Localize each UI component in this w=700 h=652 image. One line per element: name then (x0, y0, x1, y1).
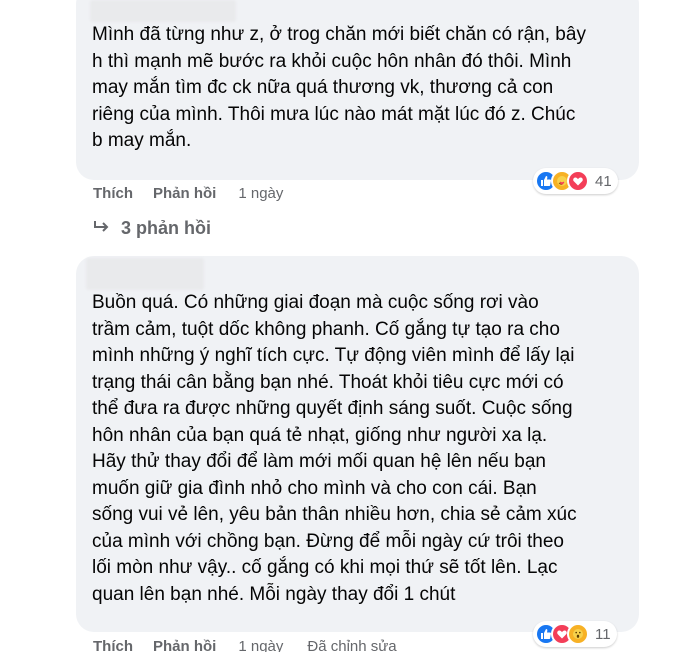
love-icon (567, 170, 589, 192)
like-button[interactable]: Thích (93, 185, 133, 202)
timestamp[interactable]: 1 ngày (238, 185, 283, 202)
replies-count-label: 3 phản hồi (121, 218, 211, 238)
blurred-author-name (90, 0, 236, 22)
reaction-summary[interactable]: 11 (533, 621, 617, 647)
comment-thread: Mình đã từng như z, ở trog chăn mới biết… (0, 0, 700, 652)
blurred-author-name (86, 258, 204, 290)
view-replies-link[interactable]: 3 phản hồi (93, 218, 211, 239)
comment-bubble: Buồn quá. Có những giai đoạn mà cuộc sốn… (76, 256, 639, 632)
edited-label: Đã chỉnh sửa (307, 637, 397, 652)
comment-actions: Thích Phản hồi 1 ngày Đã chỉnh sửa (93, 636, 397, 652)
reply-button[interactable]: Phản hồi (153, 638, 216, 652)
comment-bubble: Mình đã từng như z, ở trog chăn mới biết… (76, 0, 639, 180)
reply-button[interactable]: Phản hồi (153, 185, 216, 202)
like-button[interactable]: Thích (93, 638, 133, 652)
reaction-count: 41 (595, 172, 612, 190)
reply-arrow-icon (93, 218, 111, 239)
comment-actions: Thích Phản hồi 1 ngày (93, 183, 307, 203)
timestamp[interactable]: 1 ngày (238, 638, 283, 652)
comment-text: Mình đã từng như z, ở trog chăn mới biết… (92, 24, 586, 151)
reaction-count: 11 (595, 625, 611, 643)
comment-text: Buồn quá. Có những giai đoạn mà cuộc sốn… (92, 292, 577, 605)
wow-icon (567, 623, 589, 645)
reaction-summary[interactable]: 41 (533, 168, 618, 194)
